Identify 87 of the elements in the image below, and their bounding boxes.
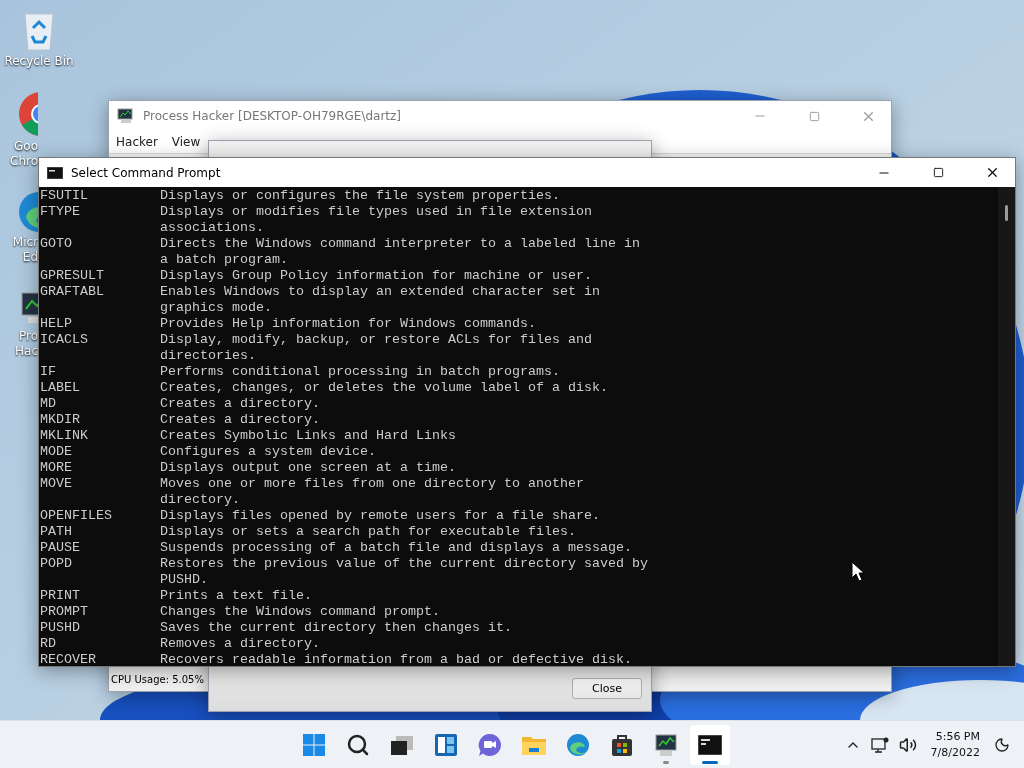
moon-icon[interactable] (994, 736, 1010, 753)
icon-label: Pro Hac (14, 329, 38, 359)
command-name: ICACLS (40, 332, 88, 348)
window-title: Process Hacker [DESKTOP-OH79RGE\dartz] (143, 109, 403, 123)
command-name: MKDIR (40, 412, 80, 428)
date-text: 7/8/2022 (930, 744, 980, 761)
command-name: MD (40, 396, 56, 412)
command-description: Displays or modifies file types used in file extension (160, 204, 592, 220)
shopping-bag-icon[interactable] (610, 732, 634, 757)
command-name: RD (40, 636, 56, 652)
command-name: HELP (40, 316, 72, 332)
command-name: GOTO (40, 236, 72, 252)
command-description: associations. (160, 220, 264, 236)
command-description: Displays or configures the file system properties. (160, 188, 560, 204)
monitor-app-icon (117, 108, 135, 124)
command-description: Displays files opened by remote users for a file share. (160, 508, 600, 524)
maximize-icon[interactable] (932, 167, 944, 178)
monitor-app-icon[interactable] (653, 732, 679, 757)
command-description: Configures a system device. (160, 444, 376, 460)
task-view-icon[interactable] (390, 733, 414, 756)
command-name: MKLINK (40, 428, 88, 444)
command-name: FTYPE (40, 204, 80, 220)
time-text: 5:56 PM (935, 728, 980, 745)
command-description: Creates Symbolic Links and Hard Links (160, 428, 456, 444)
command-name: PATH (40, 524, 72, 540)
command-name: GRAFTABL (40, 284, 104, 300)
icon-label: Micr Ed (11, 235, 38, 265)
command-description: Recovers readable information from a bad or defective disk. (160, 652, 632, 668)
terminal-icon[interactable] (698, 734, 722, 755)
command-name: FSUTIL (40, 188, 88, 204)
scroll-thumb[interactable] (1005, 205, 1008, 221)
terminal-icon (47, 166, 63, 179)
command-description: Saves the current directory then changes it. (160, 620, 512, 636)
search-icon[interactable] (346, 732, 370, 757)
cpu-usage-text: CPU Usage: 5.05% (111, 673, 204, 685)
command-description: Prints a text file. (160, 588, 312, 604)
icon-label: Goo Chro (9, 139, 38, 169)
command-description: Provides Help information for Windows commands. (160, 316, 536, 332)
command-description: Displays output one screen at a time. (160, 460, 456, 476)
command-description: Creates a directory. (160, 412, 320, 428)
command-description: Performs conditional processing in batch programs. (160, 364, 560, 380)
command-name: PRINT (40, 588, 80, 604)
command-description: Creates a directory. (160, 396, 320, 412)
start-icon[interactable] (302, 732, 326, 757)
command-name: MORE (40, 460, 72, 476)
command-description: Directs the Windows command interpreter to a labeled line in (160, 236, 640, 252)
command-name: PROMPT (40, 604, 88, 620)
command-name: RECOVER (40, 652, 96, 668)
icon-label: Recycle Bin (3, 54, 75, 69)
command-description: Enables Windows to display an extended character set in (160, 284, 600, 300)
menu-item[interactable]: View (164, 135, 208, 149)
command-name: IF (40, 364, 56, 380)
volume-icon[interactable] (898, 735, 917, 754)
command-name: OPENFILES (40, 508, 112, 524)
widgets-icon[interactable] (434, 732, 458, 757)
window-title: Select Command Prompt (71, 165, 222, 180)
cursor-icon (851, 561, 865, 582)
clock[interactable]: 5:56 PM 7/8/2022 (930, 728, 980, 761)
menu-item[interactable]: Hacker (109, 135, 165, 149)
command-description: Suspends processing of a batch file and displays a message. (160, 540, 632, 556)
chat-icon[interactable] (478, 732, 502, 757)
command-description: graphics mode. (160, 300, 272, 316)
close-button[interactable]: Close (572, 678, 642, 699)
command-description: directories. (160, 348, 256, 364)
browser-icon[interactable] (18, 91, 38, 137)
network-icon[interactable] (870, 736, 889, 753)
command-name: LABEL (40, 380, 80, 396)
taskbar-button[interactable] (690, 724, 730, 765)
command-description: Display, modify, backup, or restore ACLs for files and (160, 332, 592, 348)
command-description: directory. (160, 492, 240, 508)
command-name: POPD (40, 556, 72, 572)
command-description: Restores the previous value of the current directory saved by (160, 556, 648, 572)
command-name: PUSHD (40, 620, 80, 636)
command-name: GPRESULT (40, 268, 104, 284)
command-name: MODE (40, 444, 72, 460)
command-description: a batch program. (160, 252, 288, 268)
command-name: MOVE (40, 476, 72, 492)
command-description: PUSHD. (160, 572, 208, 588)
recycle-bin-icon[interactable] (21, 10, 57, 52)
command-description: Displays or sets a search path for executable files. (160, 524, 576, 540)
command-description: Changes the Windows command prompt. (160, 604, 440, 620)
command-description: Removes a directory. (160, 636, 320, 652)
command-description: Moves one or more files from one directory to another (160, 476, 584, 492)
wave-logo-icon[interactable] (566, 732, 590, 757)
command-description: Creates, changes, or deletes the volume label of a disk. (160, 380, 608, 396)
command-name: PAUSE (40, 540, 80, 556)
command-description: Displays Group Policy information for machine or user. (160, 268, 592, 284)
